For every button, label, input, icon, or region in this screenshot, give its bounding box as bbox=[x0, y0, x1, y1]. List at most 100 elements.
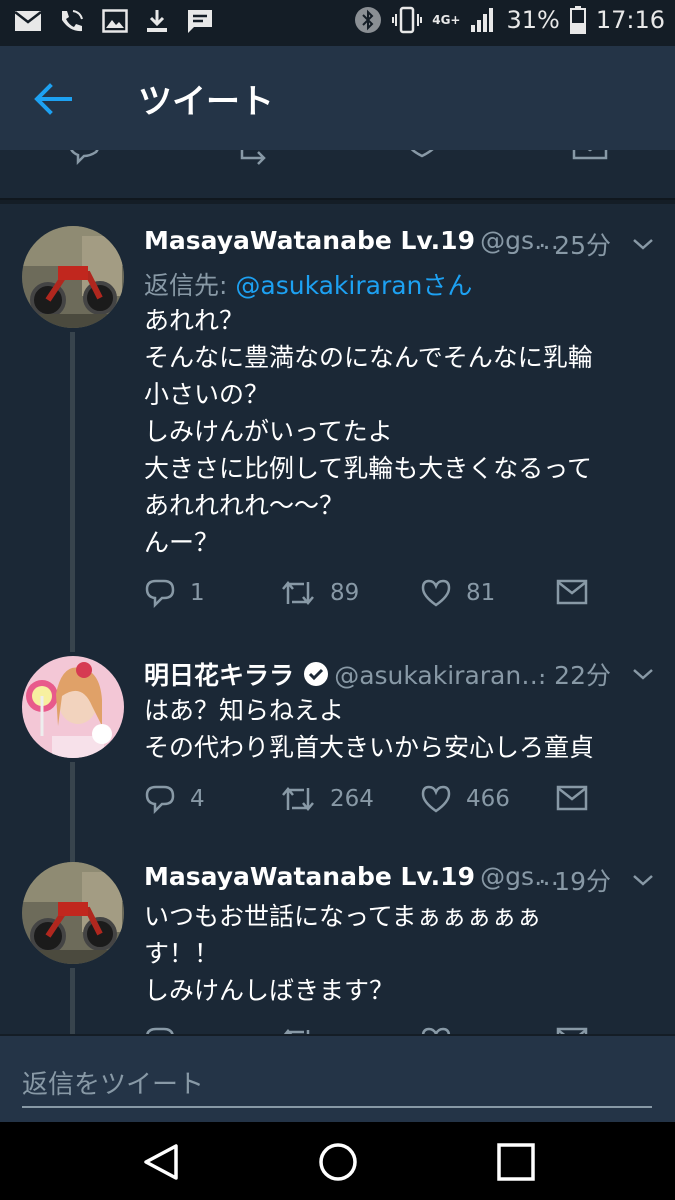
reply-to-label: 返信先: bbox=[144, 271, 236, 300]
tweet-text-line: 大きさに比例して乳輪も大きくなるって bbox=[144, 454, 593, 483]
tweet-text-line: んー？ bbox=[144, 528, 220, 557]
tweet-text-line: あれれれれ〜〜？ bbox=[144, 491, 345, 520]
nav-home-icon[interactable] bbox=[316, 1140, 360, 1184]
envelope-icon bbox=[556, 1027, 588, 1034]
tweet-text-line: はあ？知らねえよ bbox=[144, 696, 345, 725]
tweet[interactable]: MasayaWatanabe Lv.19 @gs… · 19分 いつもお世話にな… bbox=[0, 862, 675, 1034]
previous-tweet-actions bbox=[0, 150, 675, 198]
like-button[interactable] bbox=[420, 1026, 452, 1034]
like-count: 466 bbox=[466, 786, 510, 812]
reply-to: 返信先: @asukakiraranさん bbox=[144, 266, 472, 302]
like-button[interactable]: 81 bbox=[420, 578, 495, 608]
tweet-text-line: す！！ bbox=[144, 939, 220, 968]
reply-button[interactable]: 1 bbox=[144, 578, 205, 608]
mail-icon bbox=[14, 10, 42, 32]
chevron-down-icon[interactable] bbox=[631, 232, 655, 256]
envelope-icon bbox=[556, 579, 588, 605]
tweet-text-line: その代わり乳首大きいから安心しろ童貞 bbox=[144, 733, 595, 762]
tweet-thread[interactable]: MasayaWatanabe Lv.19 @gs… · 25分 返信先: @as… bbox=[0, 150, 675, 1034]
page-title: ツイート bbox=[138, 82, 274, 122]
reply-to-mention[interactable]: @asukakiraranさん bbox=[235, 271, 472, 300]
vibrate-icon bbox=[392, 6, 423, 34]
phone-call-icon bbox=[58, 8, 86, 34]
reply-count: 4 bbox=[190, 786, 205, 812]
thread-line bbox=[70, 332, 75, 652]
tweet-text: いつもお世話になってまぁぁぁぁぁ す！！ しみけんしばきます？ bbox=[144, 898, 659, 1009]
nav-recents-icon[interactable] bbox=[494, 1140, 538, 1184]
battery-percent: 31% bbox=[506, 6, 560, 34]
tweet[interactable]: MasayaWatanabe Lv.19 @gs… · 25分 返信先: @as… bbox=[0, 226, 675, 652]
reply-icon[interactable] bbox=[66, 150, 102, 172]
timestamp: · 22分 bbox=[538, 661, 611, 690]
like-icon[interactable] bbox=[404, 150, 440, 172]
tweet-actions: 4 264 466 bbox=[144, 784, 604, 824]
retweet-icon bbox=[282, 787, 314, 811]
tweet[interactable]: 明日花キララ @asukakiraran… · 22分 はあ？知らねえよ その代… bbox=[0, 656, 675, 870]
tweet-text-line: いつもお世話になってまぁぁぁぁぁ bbox=[144, 902, 542, 931]
clock: 17:16 bbox=[595, 6, 665, 34]
direct-message-button[interactable] bbox=[556, 1026, 588, 1034]
bluetooth-icon bbox=[354, 6, 382, 34]
retweet-button[interactable] bbox=[280, 1026, 316, 1034]
tweet-text: あれれ？ そんなに豊満なのになんでそんなに乳輪 小さいの？ しみけんがいってたよ… bbox=[144, 302, 659, 561]
profile-photo-avatar-image bbox=[22, 656, 124, 758]
nav-back-icon[interactable] bbox=[140, 1140, 184, 1184]
reply-icon bbox=[146, 1027, 174, 1034]
reply-button[interactable] bbox=[144, 1026, 176, 1034]
tweet-actions: 1 89 81 bbox=[144, 578, 604, 618]
retweet-icon bbox=[282, 581, 314, 605]
reply-placeholder: 返信をツイート bbox=[22, 1070, 205, 1100]
verified-badge-icon bbox=[304, 662, 329, 686]
back-button[interactable] bbox=[30, 76, 76, 122]
thread-line bbox=[70, 968, 75, 1034]
tweet-text-line: 小さいの？ bbox=[144, 380, 270, 409]
arrow-left-icon bbox=[34, 83, 72, 115]
avatar[interactable] bbox=[22, 656, 124, 758]
reply-icon bbox=[145, 579, 175, 608]
motorcycle-avatar-image bbox=[22, 226, 124, 328]
reply-button[interactable]: 4 bbox=[144, 784, 205, 814]
battery-icon bbox=[569, 6, 586, 34]
direct-message-icon[interactable] bbox=[572, 150, 608, 172]
retweet-button[interactable]: 264 bbox=[280, 784, 374, 814]
display-name[interactable]: MasayaWatanabe Lv.19 bbox=[144, 226, 475, 255]
reply-icon bbox=[145, 785, 175, 814]
display-name[interactable]: 明日花キララ bbox=[144, 661, 294, 690]
retweet-count: 89 bbox=[330, 580, 360, 606]
screen: 4G+ 31% 17:16 ツイート MasayaWatanabe Lv.19 … bbox=[0, 0, 675, 1200]
retweet-icon bbox=[283, 1029, 310, 1034]
reply-composer: 返信をツイート bbox=[0, 1034, 675, 1122]
heart-icon bbox=[421, 785, 451, 813]
chevron-down-icon[interactable] bbox=[631, 868, 655, 892]
like-button[interactable]: 466 bbox=[420, 784, 510, 814]
reply-input[interactable]: 返信をツイート bbox=[22, 1056, 652, 1108]
tweet-text-line: そんなに豊満なのになんでそんなに乳輪 bbox=[144, 343, 593, 372]
signal-icon bbox=[470, 7, 496, 33]
direct-message-button[interactable] bbox=[556, 578, 588, 606]
chevron-down-icon[interactable] bbox=[631, 662, 655, 686]
timestamp: · 19分 bbox=[538, 867, 611, 896]
timestamp: · 25分 bbox=[538, 231, 611, 260]
system-nav-bar bbox=[0, 1122, 675, 1200]
network-type: 4G+ bbox=[432, 13, 461, 27]
retweet-icon[interactable] bbox=[236, 150, 276, 172]
avatar[interactable] bbox=[22, 226, 124, 328]
handle[interactable]: @asukakiraran… bbox=[334, 661, 546, 690]
heart-icon bbox=[421, 579, 451, 607]
tweet-text: はあ？知らねえよ その代わり乳首大きいから安心しろ童貞 bbox=[144, 692, 659, 766]
tweet-actions bbox=[144, 1026, 604, 1034]
message-icon bbox=[186, 8, 214, 34]
reply-count: 1 bbox=[190, 580, 205, 606]
retweet-button[interactable]: 89 bbox=[280, 578, 359, 608]
tweet-text-line: しみけんしばきます？ bbox=[144, 976, 395, 1005]
heart-icon bbox=[421, 1027, 451, 1034]
status-bar: 4G+ 31% 17:16 bbox=[0, 0, 675, 46]
direct-message-button[interactable] bbox=[556, 784, 588, 812]
avatar[interactable] bbox=[22, 862, 124, 964]
thread-line bbox=[70, 762, 75, 870]
display-name[interactable]: MasayaWatanabe Lv.19 bbox=[144, 862, 475, 891]
tweet-text-line: あれれ？ bbox=[144, 306, 245, 335]
download-icon bbox=[144, 8, 170, 34]
like-count: 81 bbox=[466, 580, 496, 606]
envelope-icon bbox=[556, 785, 588, 811]
